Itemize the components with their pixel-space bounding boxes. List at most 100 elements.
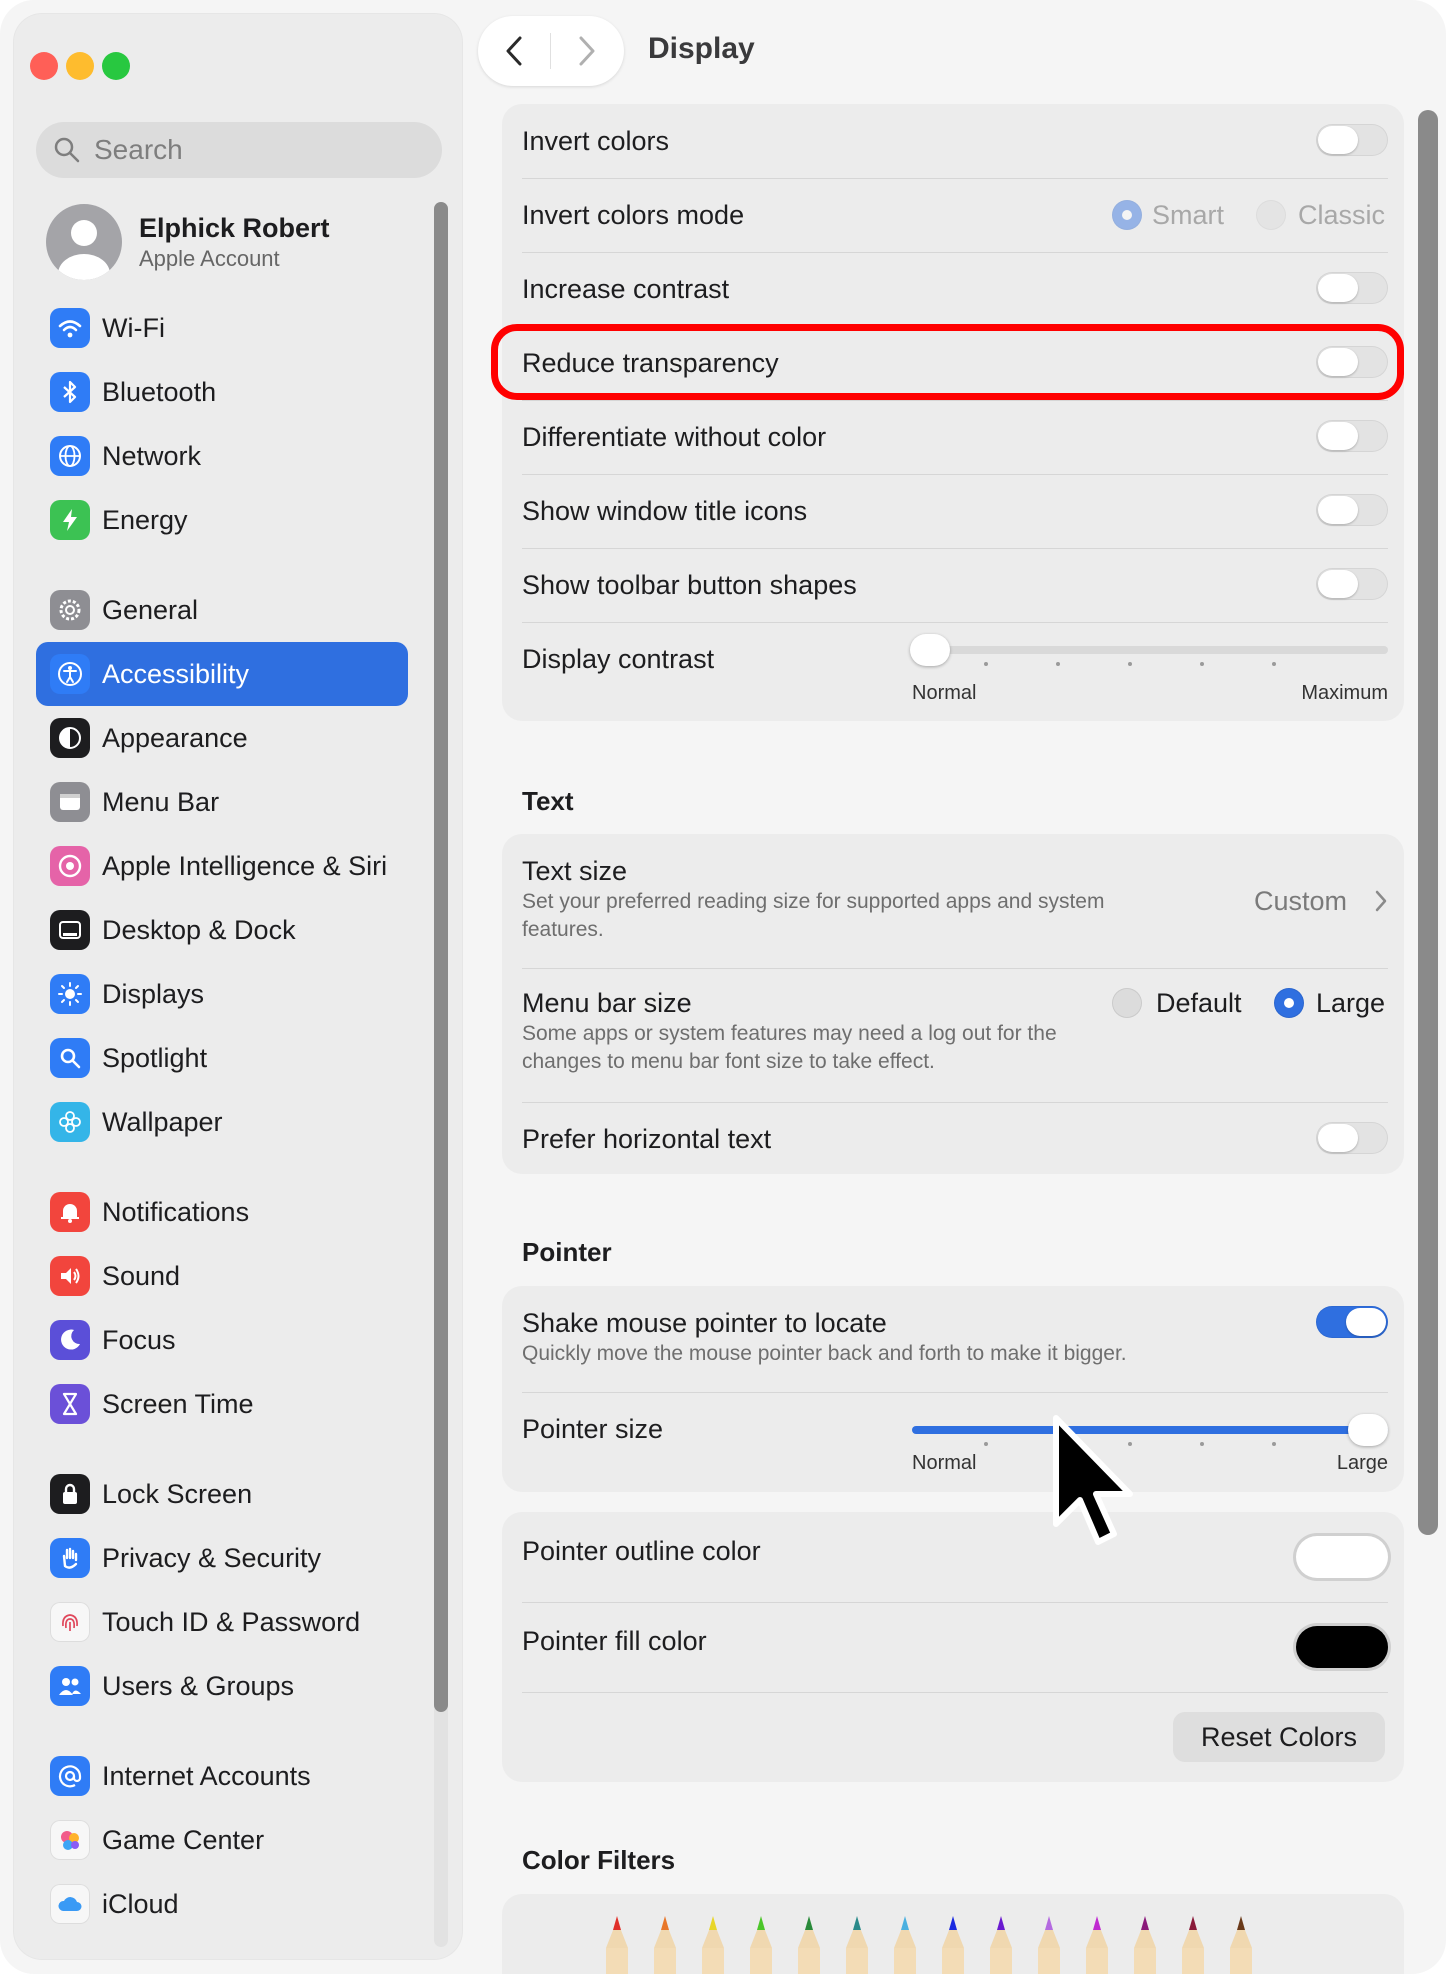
horizontal-text-row: Prefer horizontal text	[522, 1102, 1388, 1174]
text-card: Text size Set your preferred reading siz…	[502, 834, 1404, 1174]
forward-button[interactable]	[551, 16, 623, 86]
pencil-icon	[606, 1916, 628, 1974]
horizontal-text-toggle[interactable]	[1316, 1122, 1388, 1154]
bolt-icon	[50, 500, 90, 540]
display-contrast-track[interactable]	[912, 646, 1388, 654]
sidebar-item-sound[interactable]: Sound	[36, 1244, 408, 1308]
sidebar-scrollbar[interactable]	[434, 202, 448, 1712]
sidebar-item-label: Focus	[102, 1324, 176, 1355]
globe-icon	[50, 436, 90, 476]
sidebar-item-displays[interactable]: Displays	[36, 962, 408, 1026]
title-icons-toggle[interactable]	[1316, 494, 1388, 526]
sidebar-item-appearance[interactable]: Appearance	[36, 706, 408, 770]
display-contrast-slider-knob[interactable]	[910, 634, 950, 666]
increase-contrast-toggle[interactable]	[1316, 272, 1388, 304]
menu-bar-size-large-radio[interactable]	[1274, 988, 1304, 1018]
close-button[interactable]	[30, 52, 58, 80]
display-card: Invert colors Invert colors mode Smart C…	[502, 104, 1404, 721]
menu-bar-size-large-label: Large	[1316, 988, 1386, 1018]
sidebar-item-label: Users & Groups	[102, 1670, 295, 1701]
sidebar-item-energy[interactable]: Energy	[36, 488, 408, 552]
sidebar-item-focus[interactable]: Focus	[36, 1308, 408, 1372]
gear-icon	[50, 590, 90, 630]
fill-color-swatch[interactable]	[1296, 1626, 1388, 1668]
invert-mode-smart-label: Smart	[1152, 200, 1225, 230]
outline-color-swatch[interactable]	[1296, 1536, 1388, 1578]
navigation-buttons	[478, 16, 624, 86]
pencil-icon	[702, 1916, 724, 1974]
toolbar-shapes-label: Show toolbar button shapes	[522, 570, 857, 600]
sidebar-item-internet-accounts[interactable]: Internet Accounts	[36, 1744, 408, 1808]
sun-icon	[50, 974, 90, 1014]
sidebar-item-general[interactable]: General	[36, 578, 408, 642]
sidebar-item-network[interactable]: Network	[36, 424, 408, 488]
search-field[interactable]: Search	[36, 122, 442, 178]
siri-icon	[50, 846, 90, 886]
sidebar-item-apple-intelligence-siri[interactable]: Apple Intelligence & Siri	[36, 834, 408, 898]
sidebar-item-label: Notifications	[102, 1196, 250, 1227]
dock-icon	[50, 910, 90, 950]
apple-account[interactable]: Elphick Robert Apple Account	[46, 204, 330, 280]
sidebar-item-notifications[interactable]: Notifications	[36, 1180, 408, 1244]
invert-mode-smart-radio[interactable]	[1112, 200, 1142, 230]
pointer-size-slider-knob[interactable]	[1348, 1414, 1388, 1446]
menu-bar-size-row: Menu bar size Some apps or system featur…	[522, 968, 1388, 1102]
reset-colors-button[interactable]: Reset Colors	[1173, 1712, 1385, 1762]
account-subtitle: Apple Account	[139, 246, 280, 271]
sidebar-item-screen-time[interactable]: Screen Time	[36, 1372, 408, 1436]
menu-bar-size-default-radio[interactable]	[1112, 988, 1142, 1018]
sidebar-item-lock-screen[interactable]: Lock Screen	[36, 1462, 408, 1526]
sidebar-item-touch-id-password[interactable]: Touch ID & Password	[36, 1590, 408, 1654]
sidebar-item-icloud[interactable]: iCloud	[36, 1872, 408, 1936]
sidebar-item-label: Privacy & Security	[102, 1542, 322, 1573]
menu-bar-size-label: Menu bar size	[522, 988, 692, 1018]
sidebar-item-label: Touch ID & Password	[102, 1606, 361, 1637]
pencil-icon	[894, 1916, 916, 1974]
zoom-button[interactable]	[102, 52, 130, 80]
pencil-icon	[654, 1916, 676, 1974]
shake-pointer-toggle[interactable]	[1316, 1306, 1388, 1338]
chevron-right-icon	[1375, 890, 1387, 912]
sidebar-item-label: Wi-Fi	[102, 312, 165, 343]
speaker-icon	[50, 1256, 90, 1296]
sidebar-item-bluetooth[interactable]: Bluetooth	[36, 360, 408, 424]
back-button[interactable]	[478, 16, 550, 86]
sidebar-item-wallpaper[interactable]: Wallpaper	[36, 1090, 408, 1154]
main-scrollbar[interactable]	[1418, 110, 1438, 1535]
sidebar-item-label: iCloud	[102, 1888, 179, 1919]
shake-pointer-label: Shake mouse pointer to locate	[522, 1308, 887, 1338]
hourglass-icon	[50, 1384, 90, 1424]
minimize-button[interactable]	[66, 52, 94, 80]
text-size-label: Text size	[522, 856, 628, 886]
sidebar-item-game-center[interactable]: Game Center	[36, 1808, 408, 1872]
users-icon	[50, 1666, 90, 1706]
toolbar-shapes-row: Show toolbar button shapes	[522, 548, 1388, 622]
avatar	[46, 204, 122, 280]
invert-mode-classic-radio[interactable]	[1256, 200, 1286, 230]
text-size-description: Set your preferred reading size for supp…	[522, 890, 1105, 941]
toolbar-shapes-toggle[interactable]	[1316, 568, 1388, 600]
search-icon	[54, 137, 80, 163]
sidebar: Search Elphick Robert Apple Account Wi-F…	[14, 14, 462, 1959]
differentiate-toggle[interactable]	[1316, 420, 1388, 452]
pencil-icon	[990, 1916, 1012, 1974]
pencil-icon	[846, 1916, 868, 1974]
invert-colors-toggle[interactable]	[1316, 124, 1388, 156]
pencil-icon	[1086, 1916, 1108, 1974]
pointer-size-track[interactable]	[912, 1426, 1388, 1434]
sidebar-item-spotlight[interactable]: Spotlight	[36, 1026, 408, 1090]
sidebar-item-users-groups[interactable]: Users & Groups	[36, 1654, 408, 1718]
menubar-icon	[50, 782, 90, 822]
sidebar-item-menu-bar[interactable]: Menu Bar	[36, 770, 408, 834]
sidebar-item-desktop-dock[interactable]: Desktop & Dock	[36, 898, 408, 962]
sidebar-item-label: General	[102, 594, 199, 625]
sidebar-item-privacy-security[interactable]: Privacy & Security	[36, 1526, 408, 1590]
page-title: Display	[648, 32, 755, 65]
magnifier-icon	[50, 1038, 90, 1078]
sidebar-item-wi-fi[interactable]: Wi-Fi	[36, 296, 408, 360]
sidebar-item-label: Game Center	[102, 1824, 265, 1855]
sidebar-item-label: Spotlight	[102, 1042, 208, 1073]
shake-pointer-row: Shake mouse pointer to locate Quickly mo…	[522, 1286, 1388, 1392]
sidebar-item-accessibility[interactable]: Accessibility	[36, 642, 408, 706]
text-size-row[interactable]: Text size Set your preferred reading siz…	[522, 834, 1388, 968]
